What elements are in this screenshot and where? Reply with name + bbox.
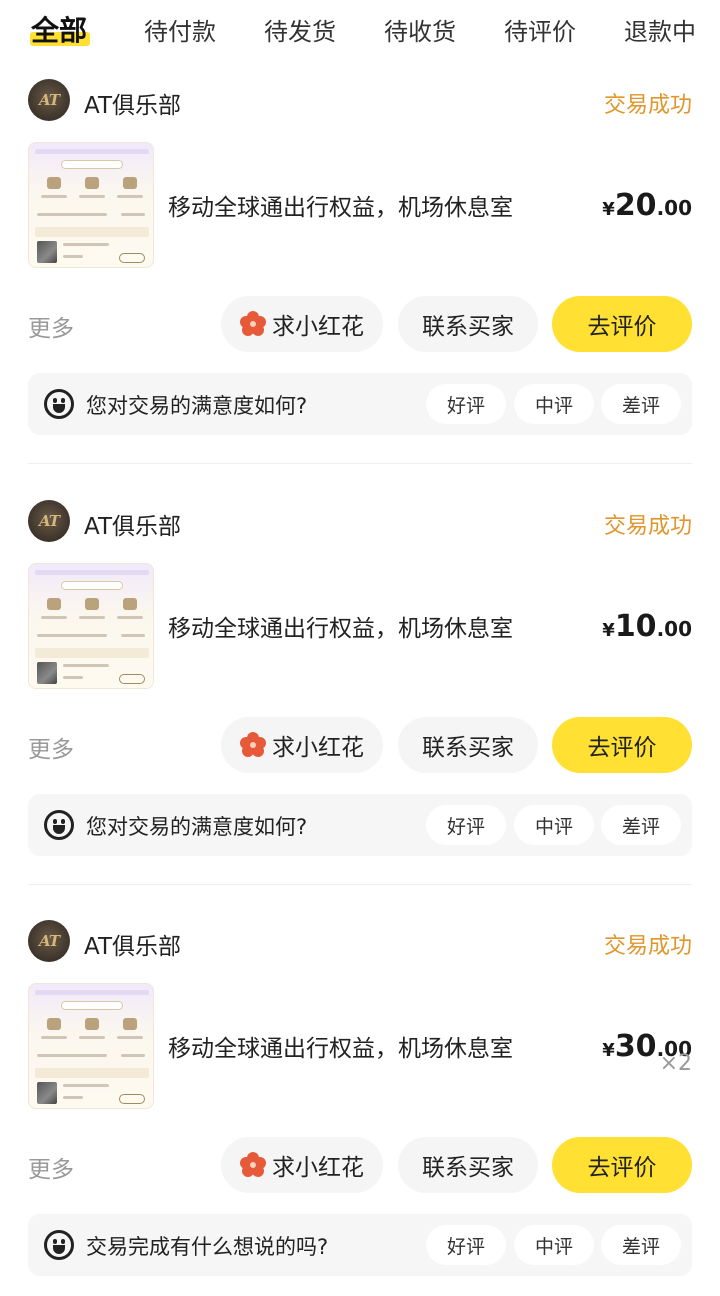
rate-good-button[interactable]: 好评 [426,805,506,845]
product-thumbnail[interactable] [28,142,154,268]
write-review-button[interactable]: 去评价 [552,1137,692,1193]
laughing-face-icon [44,1230,74,1260]
ask-flower-label: 求小红花 [272,314,364,340]
shop-avatar: AT [28,920,70,962]
contact-buyer-button[interactable]: 联系买家 [398,1137,538,1193]
write-review-button[interactable]: 去评价 [552,717,692,773]
ask-flower-label: 求小红花 [272,735,364,761]
product-thumbnail[interactable] [28,563,154,689]
order-status: 交易成功 [603,93,692,118]
flower-icon [240,1152,266,1178]
survey-question: 您对交易的满意度如何? [86,815,308,839]
laughing-face-icon [44,810,74,840]
order-card: AT AT俱乐部 交易成功 移动全球通出行权益，机场休息室 ¥10.00 更多 … [0,421,720,856]
more-button[interactable]: 更多 [28,309,74,343]
shop-avatar: AT [28,79,70,121]
product-quantity: ×2 [659,1051,692,1076]
avatar-logo-text: AT [39,91,60,109]
more-button[interactable]: 更多 [28,730,74,764]
feedback-prompt: 交易完成有什么想说的吗? 好评 中评 差评 [28,1214,692,1276]
rate-bad-button[interactable]: 差评 [601,384,681,424]
order-status: 交易成功 [603,514,692,539]
contact-buyer-button[interactable]: 联系买家 [398,296,538,352]
rate-bad-button[interactable]: 差评 [601,805,681,845]
survey-question: 交易完成有什么想说的吗? [86,1235,329,1259]
product-thumbnail[interactable] [28,983,154,1109]
order-card: AT AT俱乐部 交易成功 移动全球通出行权益，机场休息室 ¥20.00 更多 … [0,0,720,435]
ask-flower-label: 求小红花 [272,1155,364,1181]
avatar-logo-text: AT [39,512,60,530]
shop-row[interactable]: AT AT俱乐部 交易成功 [28,79,692,123]
shop-row[interactable]: AT AT俱乐部 交易成功 [28,500,692,544]
rate-good-button[interactable]: 好评 [426,384,506,424]
ask-flower-button[interactable]: 求小红花 [221,717,383,773]
rate-neutral-button[interactable]: 中评 [514,805,594,845]
more-button[interactable]: 更多 [28,1150,74,1184]
flower-icon [240,311,266,337]
rate-neutral-button[interactable]: 中评 [514,1225,594,1265]
shop-name: AT俱乐部 [84,93,181,119]
flower-icon [240,732,266,758]
shop-name: AT俱乐部 [84,934,181,960]
survey-question: 您对交易的满意度如何? [86,394,308,418]
product-price: ¥20.00 [602,188,692,223]
order-status: 交易成功 [603,934,692,959]
contact-buyer-button[interactable]: 联系买家 [398,717,538,773]
order-card: AT AT俱乐部 交易成功 移动全球通出行权益，机场休息室 ¥30.00 ×2 … [0,841,720,1276]
product-title[interactable]: 移动全球通出行权益，机场休息室 [168,188,513,222]
ask-flower-button[interactable]: 求小红花 [221,296,383,352]
shop-row[interactable]: AT AT俱乐部 交易成功 [28,920,692,964]
product-price: ¥10.00 [602,609,692,644]
shop-name: AT俱乐部 [84,514,181,540]
product-title[interactable]: 移动全球通出行权益，机场休息室 [168,1029,513,1063]
laughing-face-icon [44,389,74,419]
shop-avatar: AT [28,500,70,542]
rate-bad-button[interactable]: 差评 [601,1225,681,1265]
rate-neutral-button[interactable]: 中评 [514,384,594,424]
product-title[interactable]: 移动全球通出行权益，机场休息室 [168,609,513,643]
write-review-button[interactable]: 去评价 [552,296,692,352]
avatar-logo-text: AT [39,932,60,950]
ask-flower-button[interactable]: 求小红花 [221,1137,383,1193]
rate-good-button[interactable]: 好评 [426,1225,506,1265]
